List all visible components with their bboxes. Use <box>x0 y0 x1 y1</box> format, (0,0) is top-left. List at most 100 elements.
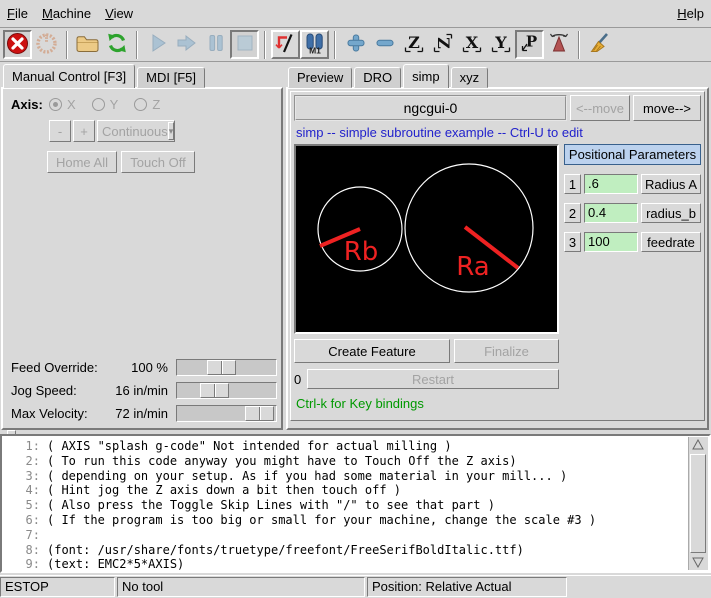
menu-machine[interactable]: Machine <box>35 3 98 24</box>
restart-button[interactable]: Restart <box>307 369 559 389</box>
menu-help[interactable]: Help <box>670 3 711 24</box>
slider-handle[interactable] <box>200 383 229 398</box>
view-top-button[interactable]: Z <box>399 30 428 59</box>
step-icon <box>175 32 199 57</box>
stop-button[interactable] <box>230 30 259 59</box>
gcode-line: 6:( If the program is too big or small f… <box>2 513 709 528</box>
view-side-button[interactable]: X <box>457 30 486 59</box>
slider-handle[interactable] <box>207 360 236 375</box>
line-text: ( depending on your setup. As if you had… <box>47 469 567 484</box>
run-button[interactable] <box>143 30 172 59</box>
gcode-line: 4:( Hint jog the Z axis down a bit then … <box>2 483 709 498</box>
jog-speed-value: 16 in/min <box>98 383 168 398</box>
max-velocity-slider[interactable] <box>176 405 277 422</box>
positional-parameters: Positional Parameters 1 .6 Radius A 2 0.… <box>564 144 701 334</box>
tab-mdi[interactable]: MDI [F5] <box>137 67 205 88</box>
rotate-view-button[interactable] <box>544 30 573 59</box>
status-position: Position: Relative Actual <box>367 577 567 597</box>
radio-icon <box>49 98 62 111</box>
slider-handle[interactable] <box>245 406 274 421</box>
param-number: 2 <box>564 203 581 223</box>
view-front-y-icon: Y <box>489 31 513 58</box>
open-folder-icon <box>75 32 100 57</box>
gcode-text-area[interactable]: 1:( AXIS "splash g-code" Not intended fo… <box>0 434 711 573</box>
preview-canvas: Rb Ra <box>294 144 559 334</box>
view-rotated-top-button[interactable]: Z <box>428 30 457 59</box>
axis-radio-y-label: Y <box>110 97 119 112</box>
param-entry-feedrate[interactable]: 100 <box>584 232 638 252</box>
status-bar: ESTOP No tool Position: Relative Actual <box>0 575 711 598</box>
jog-plus-button[interactable]: + <box>73 120 95 142</box>
line-text: (text: EMC2*5*AXIS) <box>47 557 184 572</box>
jog-speed-row: Jog Speed: 16 in/min <box>11 380 277 401</box>
scroll-up-arrow-icon[interactable] <box>690 437 706 452</box>
reload-file-button[interactable] <box>102 30 131 59</box>
open-file-button[interactable] <box>73 30 102 59</box>
optional-stop-icon: M1 <box>303 31 327 58</box>
param-entry-radius-b[interactable]: 0.4 <box>584 203 638 223</box>
scrollbar-thumb[interactable] <box>690 454 706 553</box>
create-feature-button[interactable]: Create Feature <box>294 339 450 363</box>
axis-radio-x-label: X <box>67 97 76 112</box>
jog-minus-button[interactable]: - <box>49 120 71 142</box>
ngcgui-panel-body: ngcgui-0 <--move move--> simp -- simple … <box>286 87 709 430</box>
clear-backplot-button[interactable] <box>585 30 614 59</box>
restart-row: 0 Restart <box>294 369 559 389</box>
ngcgui-middle: Rb Ra Positional Parameters 1 .6 Radius … <box>294 144 701 334</box>
tab-preview[interactable]: Preview <box>288 67 352 88</box>
toggle-optional-stop-button[interactable]: M1 <box>300 30 329 59</box>
line-number: 1: <box>2 439 47 454</box>
param-entry-radius-a[interactable]: .6 <box>584 174 638 194</box>
zoom-in-icon <box>345 32 367 57</box>
key-bindings-hint: Ctrl-k for Key bindings <box>296 396 701 411</box>
line-number: 7: <box>2 528 47 543</box>
label-rb: Rb <box>344 237 379 267</box>
preview-notebook: Preview DRO simp xyz ngcgui-0 <--move mo… <box>285 63 711 431</box>
move-left-button[interactable]: <--move <box>570 95 630 121</box>
zoom-out-button[interactable] <box>370 30 399 59</box>
tab-simp[interactable]: simp <box>403 64 448 88</box>
view-perspective-button[interactable]: P <box>515 30 544 59</box>
tab-xyz[interactable]: xyz <box>451 67 489 88</box>
step-button[interactable] <box>172 30 201 59</box>
svg-text:Y: Y <box>494 33 507 52</box>
feed-override-row: Feed Override: 100 % <box>11 357 277 378</box>
manual-tabrow: Manual Control [F3] MDI [F5] <box>3 64 205 88</box>
view-front-button[interactable]: Y <box>486 30 515 59</box>
move-right-button[interactable]: move--> <box>633 95 701 121</box>
jog-speed-slider[interactable] <box>176 382 277 399</box>
tab-dro[interactable]: DRO <box>354 67 401 88</box>
zoom-in-button[interactable] <box>341 30 370 59</box>
touch-off-button[interactable]: Touch Off <box>121 151 195 173</box>
view-side-x-icon: X <box>460 31 484 58</box>
svg-text:M1: M1 <box>309 46 321 56</box>
restart-count: 0 <box>294 372 307 387</box>
max-velocity-value: 72 in/min <box>98 406 168 421</box>
tab-manual-control[interactable]: Manual Control [F3] <box>3 64 135 88</box>
line-number: 6: <box>2 513 47 528</box>
pause-button[interactable] <box>201 30 230 59</box>
menu-view[interactable]: View <box>98 3 140 24</box>
feed-override-slider[interactable] <box>176 359 277 376</box>
menu-file[interactable]: File <box>0 3 35 24</box>
axis-radio-y[interactable]: Y <box>92 97 119 112</box>
line-text: ( Hint jog the Z axis down a bit then to… <box>47 483 401 498</box>
gcode-line: 8:(font: /usr/share/fonts/truetype/freef… <box>2 543 709 558</box>
max-velocity-row: Max Velocity: 72 in/min <box>11 403 277 424</box>
preview-tabrow: Preview DRO simp xyz <box>288 64 488 88</box>
machine-power-button[interactable] <box>32 30 61 59</box>
home-all-button[interactable]: Home All <box>47 151 117 173</box>
jog-mode-select[interactable]: Continuous ▾ <box>97 120 175 142</box>
toolbar-separator <box>66 31 68 59</box>
toolbar: M1 Z Z X Y P <box>0 28 711 62</box>
axis-radio-z-label: Z <box>152 97 160 112</box>
estop-button[interactable] <box>3 30 32 59</box>
finalize-button[interactable]: Finalize <box>454 339 559 363</box>
axis-radio-x[interactable]: X <box>49 97 76 112</box>
gcode-scrollbar[interactable] <box>688 437 708 570</box>
svg-text:Z: Z <box>408 33 420 52</box>
axis-radio-z[interactable]: Z <box>134 97 160 112</box>
scroll-down-arrow-icon[interactable] <box>690 555 706 570</box>
main-area: Manual Control [F3] MDI [F5] Axis: X Y Z… <box>0 63 711 431</box>
toggle-skip-lines-button[interactable] <box>271 30 300 59</box>
